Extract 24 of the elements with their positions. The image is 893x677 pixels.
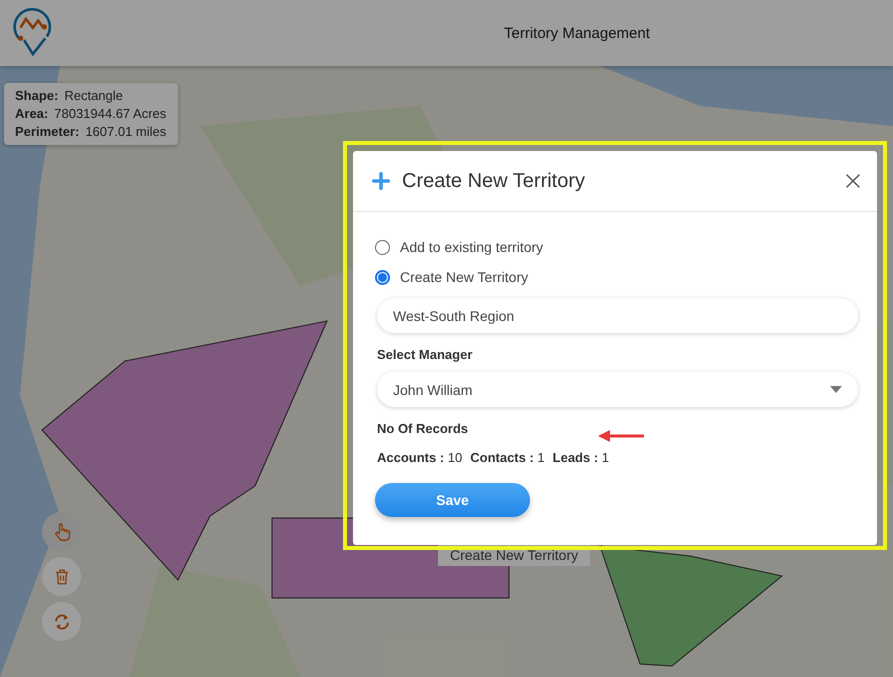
info-label: Perimeter: xyxy=(15,123,80,141)
record-count: Accounts : 10 xyxy=(377,450,462,465)
info-value: Rectangle xyxy=(64,87,123,105)
manager-dropdown[interactable]: John William xyxy=(377,372,858,407)
info-label: Area: xyxy=(15,105,48,123)
page-title: Territory Management xyxy=(504,24,650,42)
info-value: 78031944.67 Acres xyxy=(54,105,166,123)
info-value: 1607.01 miles xyxy=(85,123,166,141)
dialog-title: Create New Territory xyxy=(402,170,586,192)
field-label: Select Manager xyxy=(377,347,474,362)
plus-icon xyxy=(372,172,390,190)
territory-name-field[interactable]: West-South Region xyxy=(377,298,858,333)
record-count: Contacts : 1 xyxy=(470,450,545,465)
close-icon[interactable] xyxy=(845,173,861,189)
records-label: No Of Records xyxy=(377,421,468,436)
radio-button[interactable] xyxy=(375,270,390,284)
radio-button[interactable] xyxy=(375,240,390,254)
info-label: Shape: xyxy=(15,87,58,105)
radio-label[interactable]: Create New Territory xyxy=(400,269,528,285)
refresh-icon xyxy=(52,612,70,630)
arrow-icon xyxy=(598,430,644,442)
dropdown-caret-icon xyxy=(830,386,842,394)
radio-label[interactable]: Add to existing territory xyxy=(400,239,544,255)
record-count: Leads : 1 xyxy=(552,450,610,465)
